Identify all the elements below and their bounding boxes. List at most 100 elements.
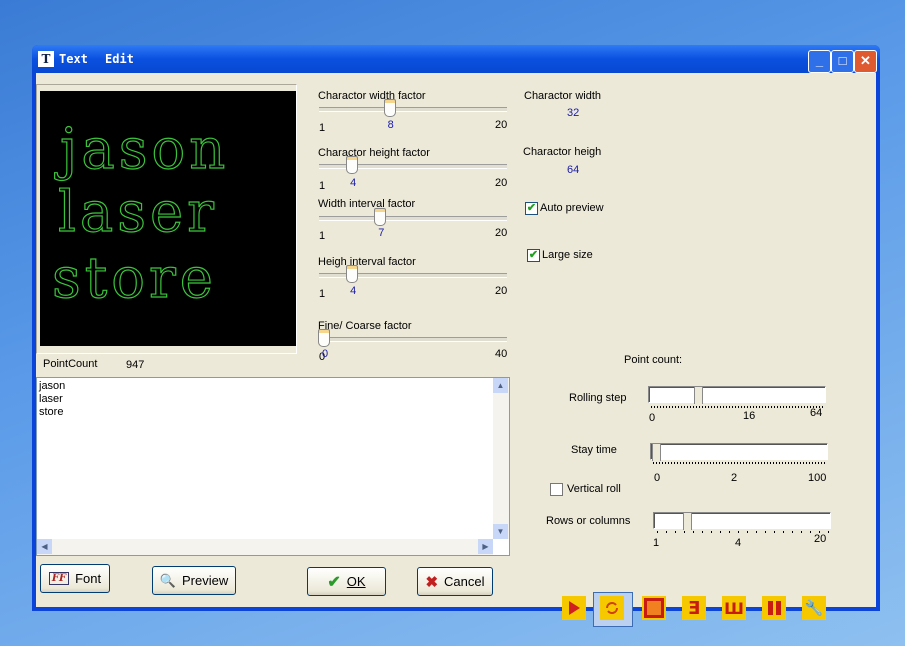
factor-slider[interactable]: [319, 107, 507, 112]
tick-label: 100: [808, 472, 827, 484]
preview-button-label: Preview: [181, 573, 229, 588]
slider-label: Width interval factor: [318, 198, 416, 210]
point-count-label: PointCount: [43, 358, 98, 370]
large-size-checkbox[interactable]: ✔: [527, 249, 540, 262]
ok-button-label: OK: [346, 574, 366, 589]
loop-icon[interactable]: [600, 596, 624, 620]
stay-time-slider[interactable]: [650, 443, 828, 461]
rows-columns-slider[interactable]: [653, 512, 831, 530]
preview-button[interactable]: 🔍 Preview: [152, 566, 236, 595]
scroll-left-arrow[interactable]: ◀: [37, 539, 52, 554]
auto-preview-label: Auto preview: [540, 202, 604, 214]
stay-time-label: Stay time: [571, 444, 617, 456]
factor-slider[interactable]: [319, 337, 507, 342]
slider-min: 1: [319, 180, 326, 192]
slider-value: 0: [322, 348, 329, 360]
slider-min: 1: [319, 122, 326, 134]
slider-max: 20: [495, 227, 508, 239]
play-icon[interactable]: [562, 596, 586, 620]
scroll-up-arrow[interactable]: ▲: [493, 378, 508, 393]
scroll-down-arrow[interactable]: ▼: [493, 524, 508, 539]
settings-wrench-icon[interactable]: 🔧: [802, 596, 826, 620]
tick-label: 20: [814, 533, 827, 545]
char-height-value: 64: [567, 164, 580, 176]
font-button[interactable]: FF Font: [40, 564, 110, 593]
app-icon: T: [38, 51, 54, 67]
large-size-label: Large size: [542, 249, 593, 261]
ok-button[interactable]: ✔ OK: [307, 567, 386, 596]
slider-value: 4: [350, 177, 357, 189]
slider-value: 8: [387, 119, 394, 131]
tick-marks: [651, 406, 823, 408]
tick-marks: [653, 462, 825, 464]
slider-thumb[interactable]: [383, 99, 396, 117]
slider-thumb[interactable]: [346, 265, 359, 283]
vertical-roll-checkbox[interactable]: [550, 483, 563, 496]
scroll-left-icon[interactable]: Ш: [722, 596, 746, 620]
cancel-button[interactable]: ✖ Cancel: [417, 567, 493, 596]
slider-min: 1: [319, 288, 326, 300]
cancel-button-label: Cancel: [444, 574, 485, 589]
tick-label: 16: [743, 410, 756, 422]
pause-icon[interactable]: [762, 596, 786, 620]
tick-label: 0: [649, 412, 656, 424]
slider-max: 20: [495, 119, 508, 131]
tick-label: 4: [735, 537, 742, 549]
slider-thumb[interactable]: [694, 386, 703, 404]
cancel-x-icon: ✖: [425, 573, 439, 591]
char-height-label: Charactor heigh: [523, 146, 602, 158]
slider-value: 7: [378, 227, 385, 239]
tick-label: 1: [653, 537, 660, 549]
title-bar: T Text Edit _ □ ✕: [32, 45, 880, 73]
char-width-label: Charactor width: [524, 90, 602, 102]
dialog-body: jason laser store PointCount 947 Charact…: [36, 73, 876, 627]
slider-label: Charactor width factor: [318, 90, 426, 102]
tick-label: 2: [731, 472, 738, 484]
preview-canvas: jason laser store: [40, 91, 296, 346]
checkmark-icon: ✔: [327, 573, 341, 591]
auto-preview-checkbox[interactable]: ✔: [525, 202, 538, 215]
rows-columns-label: Rows or columns: [546, 515, 631, 527]
slider-thumb[interactable]: [683, 512, 692, 530]
menu-edit[interactable]: Edit: [105, 52, 134, 66]
slider-max: 40: [495, 348, 508, 360]
preview-line: jason: [54, 117, 229, 182]
tick-marks: [657, 531, 829, 533]
slider-thumb[interactable]: [374, 208, 387, 226]
text-input-value: jason laser store: [39, 380, 66, 418]
preview-line: store: [52, 246, 217, 311]
vertical-roll-label: Vertical roll: [567, 483, 621, 495]
font-icon: FF: [48, 572, 70, 585]
text-dialog: T Text Edit _ □ ✕ jason laser store Poin…: [32, 45, 880, 627]
slider-label: Heigh interval factor: [318, 256, 416, 268]
slider-thumb[interactable]: [652, 443, 661, 461]
tick-label: 64: [810, 407, 823, 419]
scroll-right-arrow[interactable]: ▶: [478, 539, 493, 554]
slider-value: 4: [350, 285, 357, 297]
text-input[interactable]: jason laser store ▲ ▼ ◀ ▶: [36, 377, 510, 556]
rolling-step-label: Rolling step: [569, 392, 627, 404]
vertical-scrollbar[interactable]: ▲ ▼: [493, 378, 509, 539]
factor-slider[interactable]: [319, 216, 507, 221]
preview-magnifier-icon: 🔍: [159, 572, 176, 588]
slider-max: 20: [495, 177, 508, 189]
scroll-up-icon[interactable]: Ǝ: [682, 596, 706, 620]
horizontal-scrollbar[interactable]: ◀ ▶: [37, 539, 493, 555]
slider-max: 20: [495, 285, 508, 297]
stop-icon[interactable]: [642, 596, 666, 620]
menu-text[interactable]: Text: [59, 52, 88, 66]
close-button[interactable]: ✕: [854, 50, 877, 73]
tick-label: 0: [654, 472, 661, 484]
maximize-button[interactable]: □: [831, 50, 854, 73]
slider-thumb[interactable]: [318, 329, 330, 347]
slider-thumb[interactable]: [346, 156, 359, 174]
minimize-button[interactable]: _: [808, 50, 831, 73]
point-count-value: 947: [126, 359, 145, 371]
rolling-step-slider[interactable]: [648, 386, 826, 404]
preview-line: laser: [58, 180, 218, 245]
roll-point-count-label: Point count:: [624, 354, 683, 366]
font-button-label: Font: [75, 571, 102, 586]
slider-label: Fine/ Coarse factor: [318, 320, 412, 332]
slider-label: Charactor height factor: [318, 147, 430, 159]
char-width-value: 32: [567, 107, 580, 119]
